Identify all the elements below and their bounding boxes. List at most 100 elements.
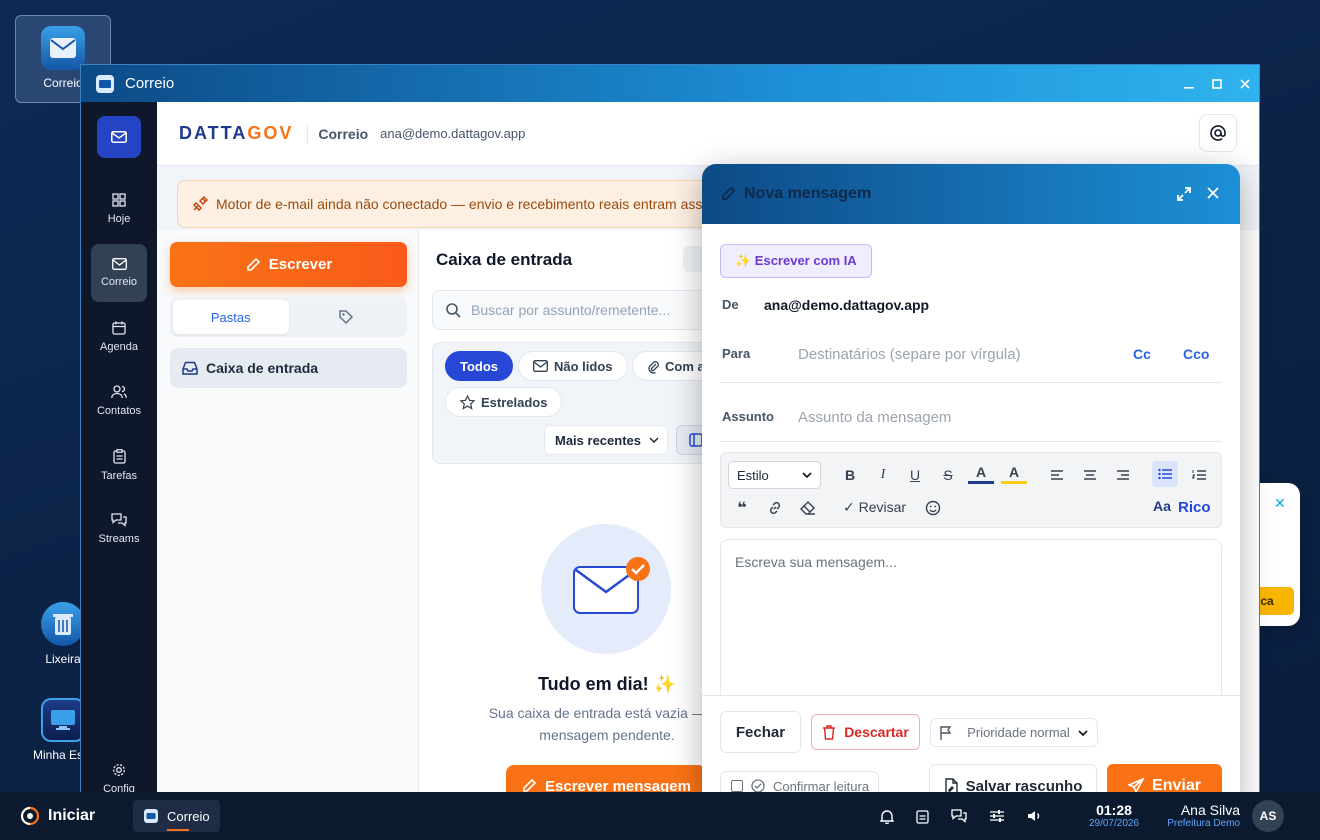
align-right-icon[interactable] [1110,462,1136,488]
close-button[interactable]: Fechar [720,711,801,753]
expand-icon[interactable] [1176,186,1192,202]
numbered-list-icon[interactable] [1186,462,1212,488]
rail-item-contatos[interactable]: Contatos [91,372,147,430]
filter-estrelados[interactable]: Estrelados [445,387,563,417]
compose-button[interactable]: Escrever [170,242,407,287]
link-icon[interactable] [762,495,788,521]
chat-icon[interactable] [951,809,967,823]
text-color-button[interactable]: A [968,462,994,484]
rail-item-streams[interactable]: Streams [91,500,147,558]
users-icon [111,385,127,399]
taskbar: Iniciar Correio 01:28 29/07/2026 Ana Sil… [0,792,1320,840]
mail-logo-icon[interactable] [97,116,141,158]
close-window-icon[interactable] [1231,65,1259,102]
filter-nao-lidos[interactable]: Não lidos [518,351,628,381]
quote-icon[interactable]: ❝ [729,495,755,521]
strike-button[interactable]: S [935,462,961,488]
bcc-button[interactable]: Cco [1183,346,1209,362]
tag-icon [339,310,354,325]
review-button[interactable]: ✓ Revisar [843,499,906,516]
plug-icon [193,196,208,211]
sidebar-tabs: Pastas [170,297,407,337]
app-header: DATTAGOV Correio ana@demo.dattagov.app [157,102,1259,166]
taskbar-app-correio[interactable]: Correio [133,800,220,832]
compose-header[interactable]: Nova mensagem [702,164,1240,224]
tab-tags[interactable] [289,300,405,334]
chat-icon [111,513,127,527]
cc-button[interactable]: Cc [1133,346,1151,362]
volume-icon[interactable] [1027,809,1043,823]
folder-caixa-de-entrada[interactable]: Caixa de entrada [170,348,407,388]
at-sign-icon[interactable] [1199,114,1237,152]
computer-icon [41,698,85,742]
user-info: Ana Silva Prefeitura Demo [1167,802,1240,829]
discard-button[interactable]: Descartar [811,714,920,750]
flag-icon [940,725,952,740]
inbox-icon [182,361,198,375]
ai-write-button[interactable]: ✨ Escrever com IA [720,244,872,278]
rail-label: Agenda [100,341,138,353]
highlight-button[interactable]: A [1001,462,1027,484]
align-left-icon[interactable] [1044,462,1070,488]
rail-item-tarefas[interactable]: Tarefas [91,436,147,494]
mail-app-icon [144,809,158,823]
rail-item-correio[interactable]: Correio [91,244,147,302]
rail-label: Contatos [96,405,142,417]
star-icon [460,394,475,410]
empty-illustration [541,524,671,654]
list-title: Caixa de entrada [436,250,573,269]
avatar[interactable]: AS [1252,800,1284,832]
rail-label: Correio [100,276,138,288]
warning-banner: Motor de e-mail ainda não conectado — en… [177,180,737,228]
close-icon[interactable] [1206,186,1220,200]
compose-dialog: Nova mensagem ✨ Escrever com IA De ana@d… [702,164,1240,804]
window-titlebar[interactable]: Correio [81,65,1259,102]
search-input[interactable]: Buscar por assunto/remetente... [432,290,722,330]
start-button[interactable]: Iniciar [0,806,126,826]
sort-select[interactable]: Mais recentes [544,425,668,455]
rail-item-agenda[interactable]: Agenda [91,308,147,366]
tab-pastas[interactable]: Pastas [173,300,289,334]
to-label: Para [722,346,751,361]
account-email: ana@demo.dattagov.app [380,126,526,141]
rich-mode-toggle[interactable]: Rico [1178,499,1211,516]
priority-select[interactable]: Prioridade normal [930,718,1098,747]
format-toolbar: Estilo B I U S A A ❝ ✓ Revisar Aa Rico [720,452,1222,528]
align-center-icon[interactable] [1077,462,1103,488]
bell-icon[interactable] [880,809,894,824]
rail-label: Tarefas [100,469,138,482]
from-label: De [722,297,739,312]
sliders-icon[interactable] [989,809,1005,823]
compose-footer: Fechar Descartar Prioridade normal Confi… [702,695,1240,804]
system-tray [880,792,1043,840]
to-input[interactable]: Destinatários (separe por vírgula) [798,346,1021,363]
app-rail: Hoje Correio Agenda Contatos Tarefas Str… [81,102,157,803]
folder-sidebar: Escrever Pastas Caixa de entrada [157,230,419,803]
underline-button[interactable]: U [902,462,928,488]
style-select[interactable]: Estilo [728,461,821,489]
brand-logo: DATTAGOV [179,123,294,143]
clock[interactable]: 01:28 29/07/2026 [1086,802,1142,829]
maximize-icon[interactable] [1203,65,1231,102]
eraser-icon[interactable] [795,495,821,521]
bullet-list-icon[interactable] [1152,461,1178,487]
font-toggle-button[interactable]: Aa [1153,498,1171,514]
calendar-icon [112,321,126,335]
rail-item-hoje[interactable]: Hoje [91,180,147,238]
chevron-down-icon [1078,729,1088,736]
italic-button[interactable]: I [870,462,896,488]
grid-icon [112,193,126,207]
start-logo-icon [20,806,40,826]
emoji-icon[interactable] [920,495,946,521]
subject-input[interactable]: Assunto da mensagem [798,409,951,426]
rail-label: Hoje [107,213,131,225]
window-title: Correio [125,75,175,92]
paperclip-icon [648,360,659,374]
trash-icon [41,602,85,646]
minimize-icon[interactable] [1175,65,1203,102]
bold-button[interactable]: B [837,462,863,488]
filter-todos[interactable]: Todos [445,351,514,381]
clipboard-icon[interactable] [916,809,929,824]
clipboard-icon [112,448,126,464]
close-icon[interactable]: ✕ [1274,495,1286,512]
